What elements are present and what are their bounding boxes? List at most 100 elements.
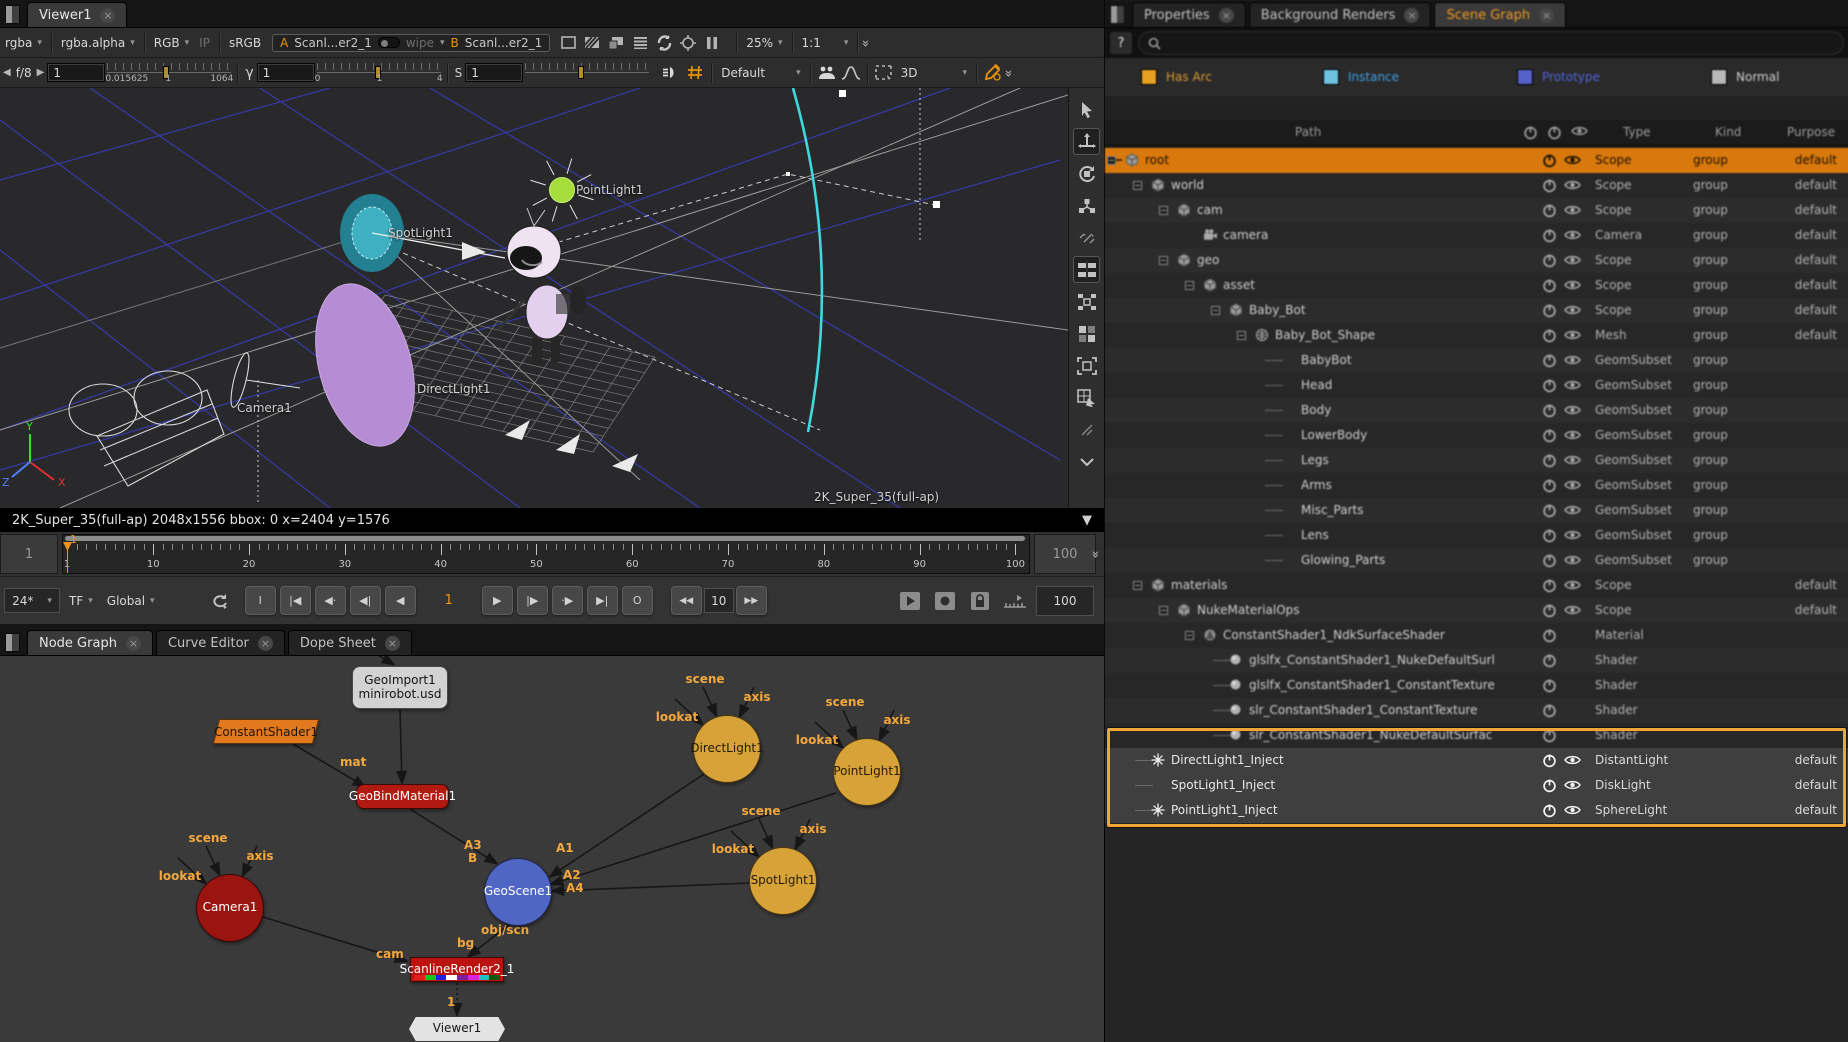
view-preset-dropdown[interactable]: Default▾ — [716, 64, 805, 82]
tab-dope-sheet[interactable]: Dope Sheet× — [288, 630, 412, 655]
gain-region-icon[interactable] — [556, 32, 580, 54]
ruler-tick — [86, 544, 87, 550]
panel-handle-icon[interactable] — [5, 5, 20, 24]
range-start-field[interactable]: 1 — [0, 534, 58, 574]
viewer-3d-viewport[interactable]: Y X Z PointLight1SpotLight1DirectLight1C… — [0, 88, 1068, 508]
channels-dropdown[interactable]: rgba▾ — [0, 34, 47, 52]
b-input-value[interactable]: Scanl...er2_1 — [465, 36, 543, 50]
node-graph-canvas[interactable]: matA3BA1A2A4camobj/scnbg1sceneaxislookat… — [0, 656, 1104, 1042]
node-directlight1[interactable]: DirectLight1 — [693, 715, 761, 783]
step-forward-button[interactable]: ▶▶ — [736, 586, 767, 615]
status-menu-icon[interactable]: ▼ — [1082, 513, 1092, 528]
falloff-curve-icon[interactable] — [839, 62, 863, 84]
pointlight-gizmo[interactable] — [550, 178, 575, 203]
view-mode-dropdown[interactable]: 3D▾ — [896, 64, 972, 82]
frame-increment-field[interactable]: 10 — [704, 588, 734, 613]
play-forward-button[interactable]: ▶ — [482, 586, 513, 615]
layout-select-icon[interactable] — [1073, 384, 1100, 411]
translate-icon[interactable] — [1073, 128, 1100, 155]
playback-range-field[interactable]: 100 — [1036, 586, 1094, 616]
current-frame-field[interactable]: 1 — [426, 586, 472, 615]
goto-start-button[interactable]: |◀ — [280, 586, 311, 615]
layers-icon[interactable] — [604, 32, 628, 54]
refresh-icon[interactable] — [652, 32, 676, 54]
scale-icon[interactable] — [1073, 192, 1100, 219]
close-icon[interactable]: × — [258, 636, 273, 651]
skew-icon[interactable] — [1073, 224, 1100, 251]
resize-grip-icon[interactable] — [1073, 416, 1100, 443]
layout-center-icon[interactable] — [1073, 288, 1100, 315]
prev-aperture-icon[interactable]: ◀ — [0, 67, 14, 78]
split-horizontal-icon[interactable] — [1073, 256, 1100, 283]
timeline-ruler[interactable]: 11020304050607080901001 — [62, 534, 1030, 574]
gain-input[interactable]: 1 — [47, 63, 105, 82]
node-geobindmaterial1[interactable]: GeoBindMaterial1 — [356, 784, 449, 809]
gain-slider[interactable]: 0.015625 1 1064 — [105, 59, 233, 87]
scanlines-icon[interactable] — [628, 32, 652, 54]
viewer-lut-dropdown[interactable]: sRGB — [224, 34, 266, 52]
chevron-down-icon[interactable] — [1073, 448, 1100, 475]
flipbook-play-icon[interactable] — [896, 587, 923, 614]
roi-icon[interactable] — [676, 32, 700, 54]
marquee-select-icon[interactable] — [872, 62, 896, 84]
close-icon[interactable]: × — [100, 8, 115, 23]
layout-grid-icon[interactable] — [1073, 320, 1100, 347]
gamma-input[interactable]: 1 — [257, 63, 315, 82]
cursor-icon[interactable] — [1073, 96, 1100, 123]
collapse-toolbar-icon[interactable]: » — [858, 40, 873, 46]
node-scanlinerender2_1[interactable]: ScanlineRender2_1 — [410, 957, 504, 982]
node-viewer1[interactable]: Viewer1 — [409, 1017, 505, 1041]
gamma-slider[interactable]: 0 1 4 — [315, 59, 443, 87]
wipe-mode-dropdown[interactable]: wipe — [406, 36, 434, 50]
next-keyframe-button[interactable]: |▶ — [517, 586, 548, 615]
grid-snap-icon[interactable] — [683, 62, 707, 84]
proxy-dropdown[interactable]: 1:1▾ — [797, 34, 854, 52]
saturation-slider[interactable] — [523, 59, 651, 87]
node-geoscene1[interactable]: GeoScene1 — [484, 858, 552, 926]
prev-increment-button[interactable]: ◀· — [315, 586, 346, 615]
robot-model[interactable] — [498, 208, 586, 364]
next-aperture-icon[interactable]: ▶ — [34, 67, 48, 78]
collapse-toolbar2-icon[interactable]: » — [1001, 70, 1016, 76]
close-icon[interactable]: × — [126, 636, 141, 651]
goto-end-button[interactable]: ▶| — [587, 586, 618, 615]
saturation-input[interactable]: 1 — [465, 63, 523, 82]
close-icon[interactable]: × — [385, 636, 400, 651]
panel-handle-icon[interactable] — [5, 633, 20, 652]
tab-viewer1[interactable]: Viewer1 × — [27, 2, 127, 27]
zebra-stripes-icon[interactable] — [580, 32, 604, 54]
zoom-level-dropdown[interactable]: 25%▾ — [741, 34, 787, 52]
in-point-button[interactable]: I — [245, 586, 276, 615]
timeline-scrollbar[interactable] — [65, 536, 1025, 541]
views-dropdown[interactable]: Global▾ — [102, 592, 178, 610]
node-pointlight1[interactable]: PointLight1 — [833, 738, 901, 806]
rotate-icon[interactable] — [1073, 160, 1100, 187]
ruler-number: 30 — [338, 559, 351, 570]
out-point-button[interactable]: O — [622, 586, 653, 615]
fps-field[interactable]: 24*▾ — [4, 588, 60, 613]
step-back-button[interactable]: ◀◀ — [671, 586, 702, 615]
display-channel-dropdown[interactable]: RGB▾ — [149, 34, 194, 52]
stereo-cameras-icon[interactable] — [815, 62, 839, 84]
next-increment-button[interactable]: ·▶ — [552, 586, 583, 615]
lock-icon[interactable] — [966, 587, 993, 614]
pause-icon[interactable] — [700, 32, 724, 54]
headlamp-icon[interactable] — [659, 62, 683, 84]
prev-keyframe-button[interactable]: ◀| — [350, 586, 381, 615]
play-backward-button[interactable]: ◀ — [385, 586, 416, 615]
tab-curve-editor[interactable]: Curve Editor× — [156, 630, 285, 655]
layout-expand-icon[interactable] — [1073, 352, 1100, 379]
node-geoimport1[interactable]: GeoImport1minirobot.usd — [352, 666, 448, 709]
tab-node-graph[interactable]: Node Graph× — [27, 630, 153, 655]
timecode-dropdown[interactable]: TF▾ — [64, 592, 98, 610]
render-range-icon[interactable] — [1001, 587, 1028, 614]
timeline-collapse-icon[interactable]: » — [1087, 551, 1102, 557]
a-input-value[interactable]: Scanl...er2_1 — [294, 36, 372, 50]
loop-mode-icon[interactable] — [206, 587, 233, 614]
input-process-toggle[interactable]: IP — [194, 34, 215, 52]
node-spotlight1[interactable]: SpotLight1 — [749, 847, 817, 915]
layer-dropdown[interactable]: rgba.alpha▾ — [56, 34, 140, 52]
record-icon[interactable] — [931, 587, 958, 614]
node-camera1[interactable]: Camera1 — [196, 874, 264, 942]
wipe-toggle[interactable] — [378, 37, 400, 48]
